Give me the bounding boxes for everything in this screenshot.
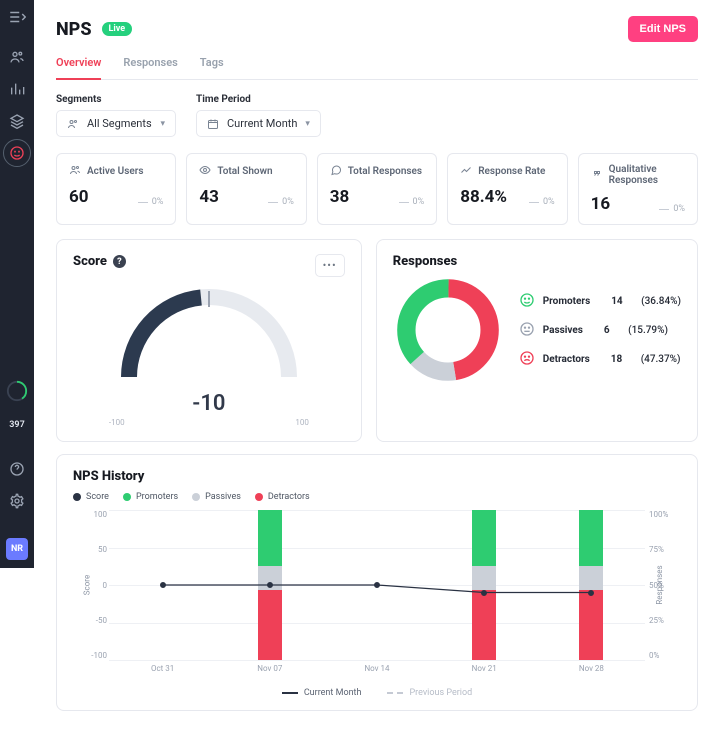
tab-tags[interactable]: Tags bbox=[200, 56, 224, 79]
score-gauge bbox=[109, 277, 309, 387]
x-tick: Nov 21 bbox=[472, 664, 497, 673]
users-icon bbox=[69, 164, 81, 179]
legend-row: Passives 6 (15.79%) bbox=[519, 321, 681, 340]
eye-icon bbox=[199, 164, 211, 179]
kpi-label: Total Responses bbox=[348, 166, 422, 177]
kpi-value: 43 bbox=[199, 187, 219, 207]
users-icon bbox=[67, 118, 79, 130]
legend-count: 14 bbox=[611, 296, 622, 307]
kpi-label: Qualitative Responses bbox=[609, 164, 685, 186]
time-period-label: Time Period bbox=[196, 94, 321, 105]
kpi-delta: 0% bbox=[268, 197, 294, 207]
score-point bbox=[481, 590, 487, 596]
nav-nps-icon[interactable] bbox=[8, 144, 26, 162]
segments-label: Segments bbox=[56, 94, 176, 105]
score-point bbox=[267, 582, 273, 588]
legend-count: 6 bbox=[604, 325, 610, 336]
nav-help-icon[interactable] bbox=[8, 460, 26, 478]
x-tick: Nov 14 bbox=[364, 664, 389, 673]
legend-label: Passives bbox=[543, 325, 583, 336]
responses-title: Responses bbox=[393, 254, 457, 269]
legend-previous: Previous Period bbox=[387, 688, 472, 698]
help-icon[interactable]: ? bbox=[113, 255, 126, 268]
user-avatar[interactable]: NR bbox=[6, 538, 28, 560]
calendar-icon bbox=[207, 118, 219, 130]
nav-analytics-icon[interactable] bbox=[8, 80, 26, 98]
y-left-label: Score bbox=[83, 575, 92, 595]
kpi-card: Active Users 60 0% bbox=[56, 153, 176, 225]
legend-pct: (36.84%) bbox=[641, 296, 681, 307]
kpi-card: Response Rate 88.4% 0% bbox=[447, 153, 567, 225]
kpi-card: Qualitative Responses 16 0% bbox=[578, 153, 698, 225]
kpi-label: Total Shown bbox=[217, 166, 272, 177]
score-value: -10 bbox=[192, 391, 225, 416]
x-tick: Nov 07 bbox=[257, 664, 282, 673]
legend-pct: (47.37%) bbox=[641, 354, 681, 365]
kpi-delta: 0% bbox=[529, 197, 555, 207]
page-title: NPS bbox=[56, 19, 92, 40]
kpi-label: Response Rate bbox=[478, 166, 545, 177]
tabs: Overview Responses Tags bbox=[56, 56, 698, 80]
responses-donut bbox=[393, 275, 503, 385]
segments-select[interactable]: All Segments ▾ bbox=[56, 110, 176, 137]
score-title: Score bbox=[73, 254, 107, 269]
menu-toggle-icon[interactable] bbox=[8, 8, 26, 26]
trend-icon bbox=[460, 164, 472, 179]
face-icon bbox=[519, 350, 535, 369]
kpi-value: 60 bbox=[69, 187, 89, 207]
history-panel: NPS History Score Promoters Passives Det… bbox=[56, 454, 698, 711]
segments-value: All Segments bbox=[87, 117, 152, 130]
quote-icon bbox=[591, 168, 603, 183]
legend-row: Detractors 18 (47.37%) bbox=[519, 350, 681, 369]
history-chart: 100500-50-100 100%75%50%25%0% Score Resp… bbox=[109, 510, 645, 660]
face-icon bbox=[519, 321, 535, 340]
legend-current: Current Month bbox=[282, 688, 362, 698]
y-right-label: Responses bbox=[655, 565, 664, 604]
kpi-delta: 0% bbox=[659, 204, 685, 214]
kpi-row: Active Users 600%Total Shown 430%Total R… bbox=[56, 153, 698, 225]
kpi-card: Total Responses 38 0% bbox=[317, 153, 437, 225]
legend-label: Promoters bbox=[543, 296, 591, 307]
legend-label: Detractors bbox=[543, 354, 590, 365]
score-max: 100 bbox=[295, 418, 309, 427]
sidebar: 397 NR bbox=[0, 0, 34, 568]
chat-icon bbox=[330, 164, 342, 179]
kpi-delta: 0% bbox=[399, 197, 425, 207]
status-badge: Live bbox=[102, 22, 133, 36]
x-tick: Nov 28 bbox=[579, 664, 604, 673]
chevron-down-icon: ▾ bbox=[160, 119, 165, 129]
kpi-label: Active Users bbox=[87, 166, 144, 177]
score-point bbox=[588, 590, 594, 596]
score-point bbox=[374, 582, 380, 588]
nav-layers-icon[interactable] bbox=[8, 112, 26, 130]
kpi-card: Total Shown 43 0% bbox=[186, 153, 306, 225]
tab-overview[interactable]: Overview bbox=[56, 56, 101, 80]
nav-users-icon[interactable] bbox=[8, 48, 26, 66]
history-legend: Score Promoters Passives Detractors bbox=[73, 492, 681, 502]
score-panel: ••• Score? -10 -100 100 bbox=[56, 239, 362, 442]
face-icon bbox=[519, 292, 535, 311]
legend-count: 18 bbox=[611, 354, 622, 365]
time-period-select[interactable]: Current Month ▾ bbox=[196, 110, 321, 137]
kpi-value: 16 bbox=[591, 194, 611, 214]
tab-responses[interactable]: Responses bbox=[123, 56, 177, 79]
panel-more-button[interactable]: ••• bbox=[315, 254, 345, 277]
side-score-value: 397 bbox=[9, 420, 24, 430]
kpi-value: 88.4% bbox=[460, 187, 507, 207]
kpi-delta: 0% bbox=[138, 197, 164, 207]
time-period-value: Current Month bbox=[227, 117, 297, 130]
legend-pct: (15.79%) bbox=[628, 325, 668, 336]
edit-nps-button[interactable]: Edit NPS bbox=[628, 16, 698, 42]
side-score-ring[interactable] bbox=[6, 380, 28, 402]
score-min: -100 bbox=[109, 418, 125, 427]
chevron-down-icon: ▾ bbox=[305, 119, 310, 129]
nav-settings-icon[interactable] bbox=[8, 492, 26, 510]
score-point bbox=[160, 582, 166, 588]
responses-panel: Responses Promoters 14 (36.84%) Passives … bbox=[376, 239, 698, 442]
legend-row: Promoters 14 (36.84%) bbox=[519, 292, 681, 311]
kpi-value: 38 bbox=[330, 187, 350, 207]
history-title: NPS History bbox=[73, 469, 681, 484]
x-tick: Oct 31 bbox=[151, 664, 174, 673]
page-header: NPS Live Edit NPS bbox=[56, 16, 698, 42]
